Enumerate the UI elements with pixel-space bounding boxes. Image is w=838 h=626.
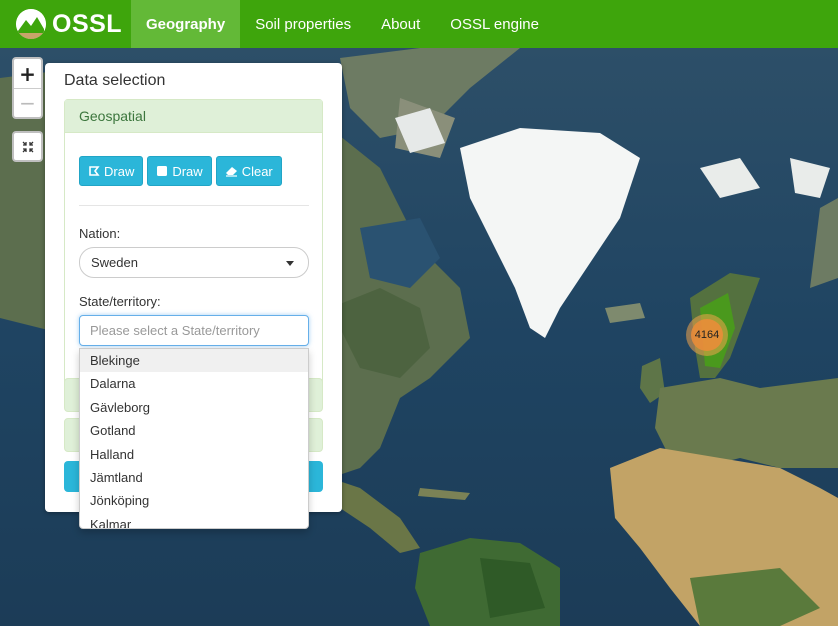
draw-polygon-button[interactable]: Draw	[79, 156, 144, 186]
geospatial-header[interactable]: Geospatial	[65, 100, 322, 133]
state-option[interactable]: Halland	[80, 443, 308, 466]
cluster-count: 4164	[691, 319, 723, 351]
state-option[interactable]: Dalarna	[80, 372, 308, 395]
fullscreen-button[interactable]	[12, 131, 43, 162]
nav-about[interactable]: About	[366, 0, 435, 48]
clear-label: Clear	[241, 163, 273, 179]
cluster-marker[interactable]: 4164	[686, 314, 728, 356]
brand[interactable]: OSSL	[0, 0, 131, 48]
clear-button[interactable]: Clear	[215, 156, 282, 186]
brand-name: OSSL	[52, 9, 123, 38]
nation-label: Nation:	[79, 226, 121, 241]
zoom-out-button[interactable]: −	[14, 88, 41, 117]
nation-value: Sweden	[91, 255, 138, 270]
state-label: State/territory:	[79, 294, 161, 309]
divider	[79, 205, 309, 206]
state-option[interactable]: Gotland	[80, 419, 308, 442]
draw-rectangle-button[interactable]: Draw	[147, 156, 212, 186]
chevron-down-icon	[286, 261, 294, 266]
nav-ossl-engine[interactable]: OSSL engine	[435, 0, 554, 48]
square-icon	[157, 166, 168, 176]
draw-toolbar: Draw Draw Clear	[79, 156, 282, 186]
ossl-logo-icon	[16, 9, 46, 39]
state-dropdown: Blekinge Dalarna Gävleborg Gotland Halla…	[79, 348, 309, 529]
panel-title: Data selection	[64, 72, 166, 89]
state-option[interactable]: Jönköping	[80, 489, 308, 512]
nav-soil-properties[interactable]: Soil properties	[240, 0, 366, 48]
state-option[interactable]: Jämtland	[80, 466, 308, 489]
zoom-in-button[interactable]: +	[14, 59, 41, 88]
draw-polygon-label: Draw	[104, 163, 135, 179]
draw-rectangle-label: Draw	[172, 163, 203, 179]
fullscreen-collapse-icon	[22, 141, 33, 152]
top-navbar: OSSL Geography Soil properties About OSS…	[0, 0, 838, 48]
nation-select[interactable]: Sweden	[79, 247, 309, 278]
state-option[interactable]: Blekinge	[80, 349, 308, 373]
zoom-control: + −	[12, 57, 43, 119]
state-option[interactable]: Kalmar	[80, 513, 308, 528]
eraser-icon	[225, 167, 237, 177]
state-input[interactable]: Please select a State/territory	[79, 315, 309, 346]
polygon-icon	[89, 166, 100, 176]
geospatial-section: Geospatial Draw Draw Clear Nation: Swede…	[64, 99, 323, 389]
nav-geography[interactable]: Geography	[131, 0, 241, 48]
state-option[interactable]: Gävleborg	[80, 396, 308, 419]
